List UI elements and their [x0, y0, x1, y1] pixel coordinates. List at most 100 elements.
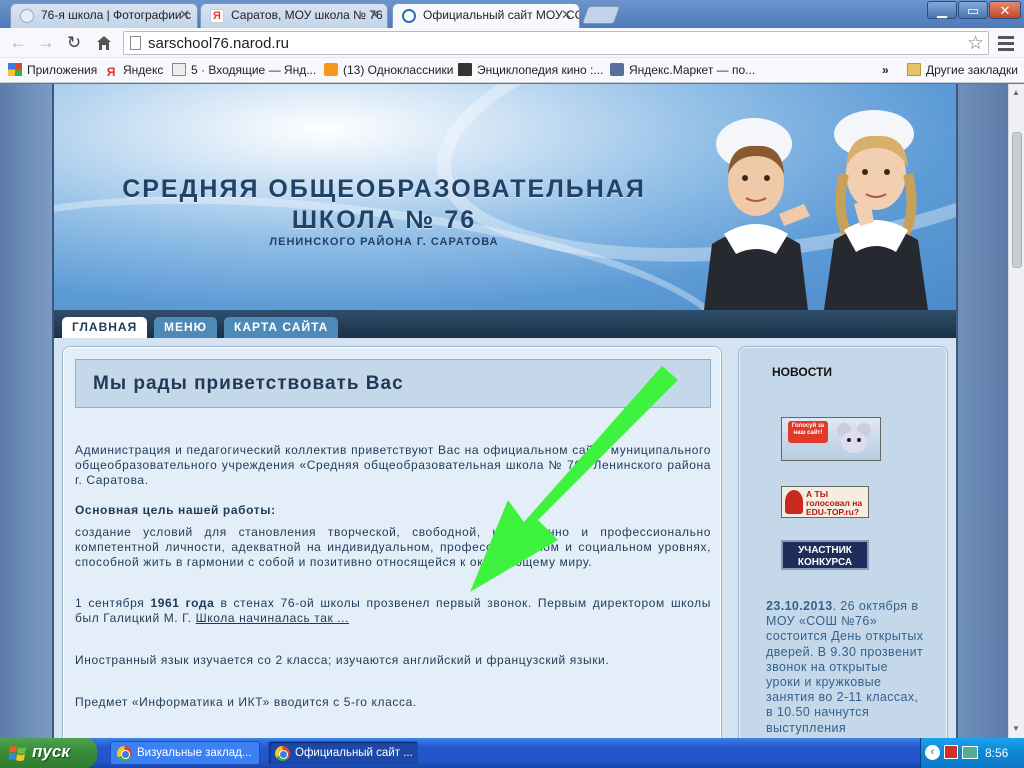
close-icon[interactable]: ✕: [179, 7, 190, 23]
languages-paragraph: Иностранный язык изучается со 2 класса; …: [75, 653, 610, 667]
scroll-up-icon[interactable]: ▲: [1012, 88, 1020, 97]
vote-banner[interactable]: Голосуй за наш сайт!: [781, 417, 881, 461]
back-arrow-icon[interactable]: ←: [7, 32, 29, 54]
bookmark-label: Энциклопедия кино :...: [477, 63, 604, 77]
nav-menu[interactable]: МЕНЮ: [154, 317, 218, 338]
news-body: . 26 октября в МОУ «СОШ №76» состоится Д…: [766, 599, 924, 735]
bookmark-label: Яндекс: [123, 63, 164, 77]
forward-arrow-icon[interactable]: →: [35, 32, 57, 54]
close-window-button[interactable]: ✕: [989, 1, 1021, 19]
bookmark-label: 5 · Входящие — Янд...: [191, 63, 317, 77]
intro-paragraph: Администрация и педагогический коллектив…: [75, 443, 711, 487]
browser-tab-strip: 76-я школа | Фотографии с ✕ Я Саратов, М…: [0, 0, 1024, 28]
folder-icon: [907, 63, 921, 76]
bookmark-kino[interactable]: Энциклопедия кино :...: [458, 63, 603, 77]
address-bar[interactable]: sarschool76.narod.ru ☆: [123, 31, 989, 55]
history-pre: 1 сентября: [75, 596, 151, 610]
chrome-icon: [275, 746, 290, 761]
site-nav: ГЛАВНАЯ МЕНЮ КАРТА САЙТА: [54, 310, 956, 338]
tray-expand-icon[interactable]: ‹: [925, 745, 940, 760]
informatics-paragraph: Предмет «Информатика и ИКТ» вводится с 5…: [75, 695, 417, 709]
close-icon[interactable]: ✕: [561, 7, 572, 23]
taskbar-item-label: Официальный сайт ...: [295, 747, 413, 759]
tab-saratov-school[interactable]: Я Саратов, МОУ школа № 76 ✕: [200, 3, 388, 28]
bookmark-label: (13) Одноклассники: [343, 63, 454, 77]
header-photo-schoolgirls: [704, 110, 928, 310]
tab-photos[interactable]: 76-я школа | Фотографии с ✕: [10, 3, 198, 28]
market-icon: [610, 63, 624, 76]
bookmark-label: Приложения: [27, 63, 98, 77]
bookmark-market[interactable]: Яндекс.Маркет — по...: [610, 63, 755, 77]
contest-banner[interactable]: УЧАСТНИК КОНКУРСА: [781, 540, 869, 570]
page-viewport: СРЕДНЯЯ ОБЩЕОБРАЗОВАТЕЛЬНАЯ ШКОЛА № 76 Л…: [0, 84, 1008, 738]
minimize-button[interactable]: ▁: [927, 1, 957, 19]
antivirus-icon[interactable]: [944, 745, 958, 759]
bookmark-yandex[interactable]: Я Яндекс: [104, 63, 164, 79]
taskbar-item-official-site[interactable]: Официальный сайт ...: [268, 741, 418, 765]
bookmark-star-icon[interactable]: ☆: [967, 32, 984, 55]
site-container: СРЕДНЯЯ ОБЩЕОБРАЗОВАТЕЛЬНАЯ ШКОЛА № 76 Л…: [52, 84, 958, 738]
close-icon[interactable]: ✕: [369, 7, 380, 23]
maximize-button[interactable]: ▭: [958, 1, 988, 19]
yandex-icon: Я: [106, 65, 116, 79]
bookmarks-bar: Приложения Я Яндекс 5 · Входящие — Янд...…: [0, 58, 1024, 83]
windows-taskbar: пуск Визуальные заклад... Официальный са…: [0, 738, 1024, 768]
site-header: СРЕДНЯЯ ОБЩЕОБРАЗОВАТЕЛЬНАЯ ШКОЛА № 76 Л…: [54, 84, 956, 310]
other-bookmarks-label: Другие закладки: [926, 63, 1018, 77]
taskbar-item-bookmarks[interactable]: Визуальные заклад...: [110, 741, 260, 765]
reload-icon[interactable]: ↻: [63, 32, 85, 54]
news-item: 23.10.2013. 26 октября в МОУ «СОШ №76» с…: [766, 599, 926, 736]
tab-official-site[interactable]: Официальный сайт МОУ СС ✕: [392, 3, 580, 28]
goal-paragraph: создание условий для становления творчес…: [75, 525, 711, 569]
scrollbar-thumb[interactable]: [1012, 132, 1022, 268]
mouse-mascot-icon: [837, 423, 871, 453]
url-text: sarschool76.narod.ru: [148, 35, 289, 52]
film-icon: [458, 63, 472, 76]
tab-title: 76-я школа | Фотографии с: [41, 8, 191, 22]
globe-icon: [20, 9, 34, 23]
taskbar-item-label: Визуальные заклад...: [137, 747, 252, 759]
site-favicon-icon: [402, 9, 416, 23]
site-title-line1: СРЕДНЯЯ ОБЩЕОБРАЗОВАТЕЛЬНАЯ: [122, 175, 646, 203]
nav-sitemap[interactable]: КАРТА САЙТА: [224, 317, 339, 338]
history-paragraph: 1 сентября 1961 года в стенах 76-ой школ…: [75, 596, 711, 626]
browser-toolbar: ← → ↻ sarschool76.narod.ru ☆: [0, 28, 1024, 58]
chrome-icon: [117, 746, 132, 761]
site-subtitle: ЛЕНИНСКОГО РАЙОНА Г. САРАТОВА: [269, 236, 499, 248]
news-sidebar: НОВОСТИ Голосуй за наш сайт! А ТЫ голосо…: [738, 346, 948, 738]
yandex-icon: Я: [210, 9, 224, 23]
site-title: СРЕДНЯЯ ОБЩЕОБРАЗОВАТЕЛЬНАЯ ШКОЛА № 76: [84, 174, 684, 236]
scroll-down-icon[interactable]: ▼: [1012, 724, 1020, 733]
nav-home[interactable]: ГЛАВНАЯ: [62, 317, 148, 338]
start-button[interactable]: пуск: [0, 738, 97, 768]
welcome-box: Мы рады приветствовать Вас: [75, 359, 711, 408]
home-icon[interactable]: [93, 32, 115, 54]
tab-title: Официальный сайт МОУ СС: [423, 8, 580, 22]
bookmark-inbox[interactable]: 5 · Входящие — Янд...: [172, 63, 316, 77]
edutop-banner-text: А ТЫ голосовал на EDU-TOP.ru?: [806, 489, 863, 517]
news-date: 23.10.2013: [766, 599, 833, 613]
windows-logo-icon: [9, 746, 26, 761]
bookmark-odnoklassniki[interactable]: (13) Одноклассники: [324, 63, 453, 77]
other-bookmarks[interactable]: Другие закладки: [907, 63, 1018, 77]
bookmark-apps[interactable]: Приложения: [8, 63, 97, 77]
system-tray: ‹ 8:56: [920, 738, 1024, 768]
main-content: Мы рады приветствовать Вас Администрация…: [62, 346, 722, 738]
goal-heading: Основная цель нашей работы:: [75, 503, 276, 517]
edutop-banner[interactable]: А ТЫ голосовал на EDU-TOP.ru?: [781, 486, 869, 518]
tab-title: Саратов, МОУ школа № 76: [231, 8, 383, 22]
edutop-figure-icon: [785, 490, 803, 514]
page-icon: [130, 36, 141, 50]
network-icon[interactable]: [962, 746, 978, 759]
page-scrollbar[interactable]: ▲ ▼: [1008, 84, 1024, 738]
browser-menu-icon[interactable]: [996, 33, 1016, 53]
bookmark-label: Яндекс.Маркет — по...: [629, 63, 756, 77]
news-heading: НОВОСТИ: [772, 365, 833, 379]
site-title-line2: ШКОЛА № 76: [291, 206, 477, 234]
new-tab-button[interactable]: [581, 6, 621, 24]
bookmarks-overflow-button[interactable]: »: [882, 63, 889, 77]
school-history-link[interactable]: Школа начиналась так ...: [196, 611, 349, 625]
start-label: пуск: [32, 742, 70, 761]
vote-banner-text: Голосуй за наш сайт!: [788, 421, 828, 443]
clock: 8:56: [985, 746, 1009, 760]
